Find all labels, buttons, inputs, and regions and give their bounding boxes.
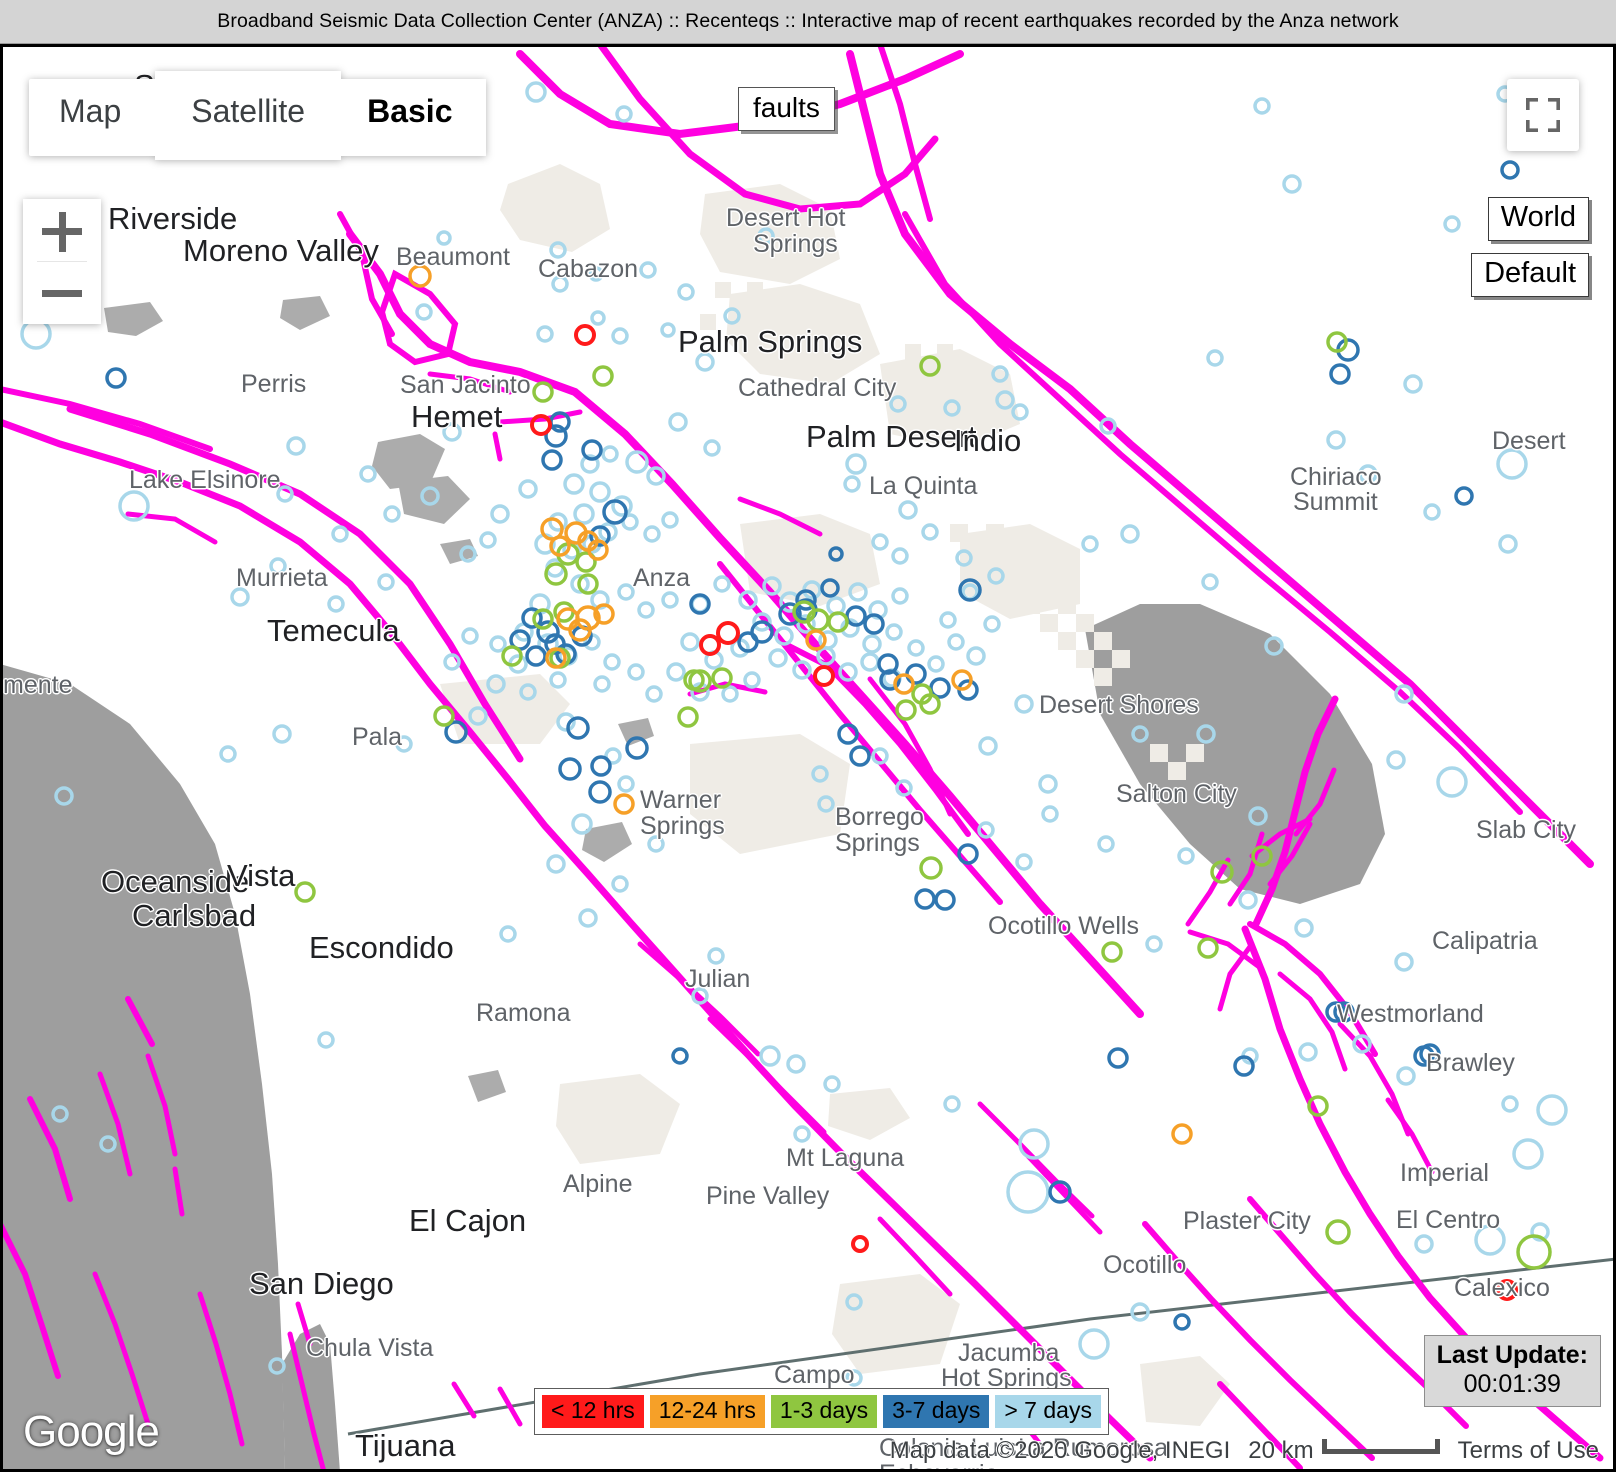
map-data-attribution: Map data ©2020 Google, INEGI bbox=[889, 1437, 1231, 1464]
window-title-bar: Broadband Seismic Data Collection Center… bbox=[0, 0, 1616, 44]
fullscreen-icon bbox=[1526, 98, 1560, 132]
last-update-title: Last Update: bbox=[1436, 1341, 1588, 1369]
world-view-button[interactable]: World bbox=[1487, 197, 1589, 241]
map-frame[interactable]: San BernardinoRiversideMoreno ValleyBeau… bbox=[0, 44, 1616, 1472]
plus-icon-vertical bbox=[58, 211, 66, 252]
map-attribution-bar: Map data ©2020 Google, INEGI 20 km Terms… bbox=[890, 1437, 1613, 1465]
scale-label: 20 km bbox=[1248, 1437, 1314, 1464]
zoom-in-button[interactable] bbox=[23, 199, 101, 261]
map-type-map-button[interactable]: Map bbox=[29, 79, 156, 156]
map-type-satellite-button[interactable]: Satellite bbox=[155, 71, 342, 160]
terms-of-use-link[interactable]: Terms of Use bbox=[1458, 1437, 1599, 1465]
zoom-control[interactable] bbox=[23, 199, 101, 324]
recency-legend: < 12 hrs 12-24 hrs 1-3 days 3-7 days > 7 day… bbox=[534, 1388, 1109, 1435]
legend-item: > 7 days bbox=[995, 1395, 1101, 1428]
legend-item: 3-7 days bbox=[883, 1395, 990, 1428]
map-type-basic-button[interactable]: Basic bbox=[341, 79, 487, 156]
faults-toggle-button[interactable]: faults bbox=[738, 87, 835, 131]
zoom-out-button[interactable] bbox=[23, 262, 101, 324]
scale-bar-icon bbox=[1321, 1438, 1440, 1454]
default-view-button[interactable]: Default bbox=[1471, 253, 1589, 297]
last-update-value: 00:01:39 bbox=[1463, 1370, 1561, 1398]
page-title: Broadband Seismic Data Collection Center… bbox=[217, 10, 1399, 32]
map-type-selector[interactable]: Map Satellite Basic bbox=[29, 71, 487, 160]
legend-item: 1-3 days bbox=[770, 1395, 878, 1428]
minus-icon bbox=[42, 290, 82, 297]
fullscreen-button[interactable] bbox=[1507, 79, 1579, 151]
legend-item: < 12 hrs bbox=[542, 1395, 644, 1428]
scale-bar-block: 20 km bbox=[1248, 1437, 1440, 1465]
google-logo: Google bbox=[23, 1407, 160, 1456]
last-update-box: Last Update: 00:01:39 bbox=[1423, 1335, 1601, 1407]
map-canvas[interactable] bbox=[3, 47, 1613, 1469]
legend-item: 12-24 hrs bbox=[649, 1395, 765, 1428]
